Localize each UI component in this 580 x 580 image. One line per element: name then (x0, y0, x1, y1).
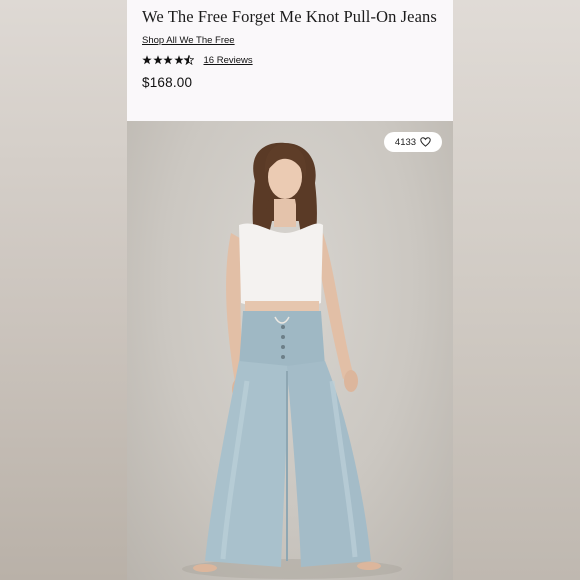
reviews-link[interactable]: 16 Reviews (204, 55, 253, 66)
product-photo[interactable]: 4133 (127, 121, 453, 580)
heart-outline-icon (420, 137, 431, 147)
star-rating (142, 55, 195, 65)
star-icon (173, 55, 184, 65)
star-icon (163, 55, 173, 65)
background-right (453, 0, 580, 580)
likes-count: 4133 (394, 136, 417, 148)
product-panel: We The Free Forget Me Knot Pull-On Jeans… (127, 0, 453, 580)
product-title: We The Free Forget Me Knot Pull-On Jeans (142, 7, 437, 26)
star-icon (152, 55, 163, 65)
half-star-icon (184, 55, 194, 65)
model-illustration (182, 142, 402, 579)
likes-button[interactable]: 4133 (384, 132, 442, 152)
product-header: We The Free Forget Me Knot Pull-On Jeans… (127, 0, 453, 121)
shop-brand-link[interactable]: Shop All We The Free (142, 35, 235, 46)
star-icon (142, 55, 152, 65)
background-left (0, 0, 127, 580)
rating-row: 16 Reviews (142, 53, 439, 67)
product-price: $168.00 (142, 75, 193, 90)
